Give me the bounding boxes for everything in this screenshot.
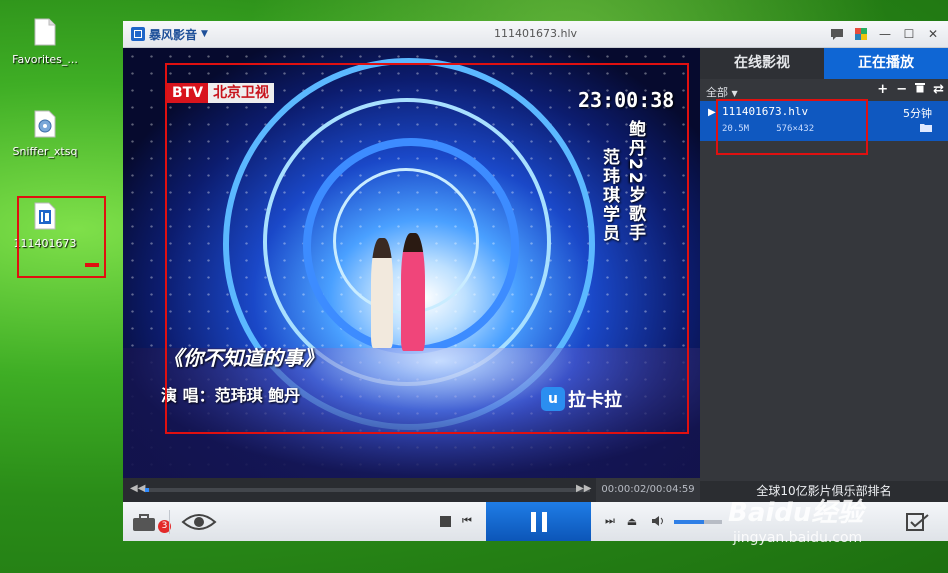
playing-indicator-icon: ▶	[708, 107, 716, 118]
maximize-icon[interactable]: ☐	[900, 25, 918, 43]
add-icon[interactable]: +	[877, 82, 888, 97]
filter-label: 全部	[706, 86, 728, 99]
tab-now-playing[interactable]: 正在播放	[824, 48, 948, 79]
settings-file-icon	[34, 110, 56, 138]
volume-button[interactable]	[651, 514, 667, 528]
filter-dropdown[interactable]: 全部 ▼	[706, 84, 738, 100]
time-display: 00:00:02/00:04:59	[596, 478, 700, 502]
watermark: Baidu经验	[728, 498, 864, 528]
toolbox-button[interactable]: 3	[131, 512, 171, 534]
eye-icon	[181, 514, 217, 530]
divider	[169, 510, 170, 534]
pause-icon	[530, 511, 536, 532]
chat-icon[interactable]	[828, 25, 846, 43]
tab-online-video[interactable]: 在线影视	[700, 48, 824, 79]
chevron-down-icon: ▼	[731, 89, 738, 98]
window-controls: — ☐ ✕	[828, 25, 942, 43]
eject-button[interactable]: ⏏	[625, 514, 639, 528]
previous-icon: ⏮	[462, 514, 472, 527]
pause-button[interactable]	[486, 502, 591, 541]
next-button[interactable]: ⏭	[603, 514, 617, 528]
title-bar[interactable]: 暴风影音 ▼ 111401673.hlv — ☐ ✕	[123, 21, 948, 48]
desktop-icon-label: Sniffer_xtsq	[12, 145, 78, 158]
close-icon[interactable]: ✕	[924, 25, 942, 43]
watermark-sub: jingyan.baidu.com	[733, 530, 863, 546]
stop-button[interactable]	[438, 514, 452, 528]
folder-icon[interactable]	[920, 123, 932, 135]
checklist-icon	[906, 513, 929, 531]
annotation-mark	[85, 263, 99, 267]
remove-icon[interactable]: −	[896, 82, 907, 97]
playlist-toggle-button[interactable]	[903, 512, 933, 532]
file-icon	[34, 18, 56, 46]
pause-icon	[541, 511, 547, 532]
annotation-box-video	[165, 63, 689, 434]
stop-icon	[439, 515, 451, 527]
volume-icon	[652, 516, 663, 526]
trash-icon[interactable]	[915, 82, 926, 97]
desktop-icon-sniffer[interactable]: Sniffer_xtsq	[5, 110, 85, 158]
desktop-icon-label: Favorites_...	[12, 53, 78, 66]
annotation-box-playlist-item	[716, 99, 868, 155]
minimize-icon[interactable]: —	[876, 25, 894, 43]
volume-slider[interactable]	[674, 520, 722, 524]
fast-forward-icon[interactable]: ▶▶	[576, 483, 591, 494]
toolbox-icon	[133, 514, 155, 531]
previous-button[interactable]: ⏮	[460, 514, 474, 528]
next-icon: ⏭	[605, 514, 615, 527]
eject-icon: ⏏	[626, 514, 638, 528]
seek-track[interactable]	[145, 488, 590, 492]
volume-level	[674, 520, 704, 524]
window-title: 111401673.hlv	[493, 27, 578, 40]
desktop-icon-favorites[interactable]: Favorites_...	[5, 18, 85, 66]
playlist-item-duration: 5分钟	[903, 107, 932, 120]
rewind-icon[interactable]: ◀◀	[130, 483, 145, 494]
panel-tabs: 在线影视 正在播放	[700, 48, 948, 79]
playlist-toolbar: 全部 ▼ + − ⇄	[700, 81, 948, 101]
skin-icon[interactable]	[852, 25, 870, 43]
seek-progress	[145, 488, 150, 492]
eye-protection-button[interactable]	[179, 510, 219, 534]
loop-icon[interactable]: ⇄	[933, 82, 944, 97]
